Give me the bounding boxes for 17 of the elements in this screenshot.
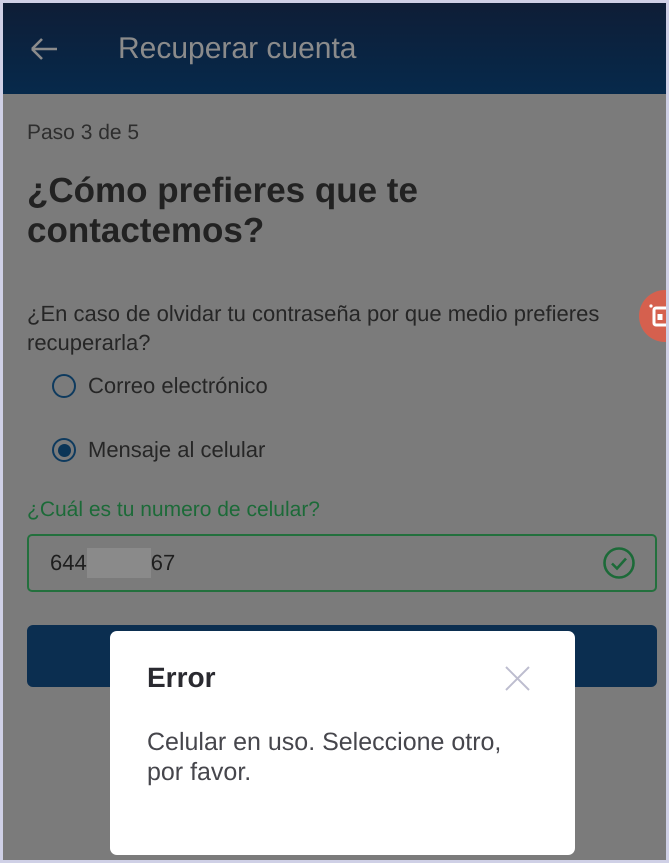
radio-button[interactable]	[52, 438, 76, 462]
radio-button[interactable]	[52, 374, 76, 398]
close-icon[interactable]	[505, 666, 530, 690]
floating-widget-icon[interactable]	[639, 290, 666, 342]
dialog-message: Celular en uso. Seleccione otro, por favor.	[147, 727, 502, 787]
question-text: ¿En caso de olvidar tu contraseña por que medio prefieres recuperarla?	[27, 300, 600, 357]
step-indicator: Paso 3 de 5	[27, 120, 140, 146]
screen-title: Recuperar cuenta	[118, 30, 356, 66]
back-arrow-icon[interactable]	[30, 36, 58, 60]
phone-number-field[interactable]: 644 67	[27, 534, 657, 592]
page-heading: ¿Cómo prefieres que te contactemos?	[27, 171, 419, 251]
phone-digits: 67	[150, 549, 176, 577]
option-label: Mensaje al celular	[88, 436, 266, 464]
option-label: Correo electrónico	[88, 372, 268, 400]
phone-digits: 644	[50, 549, 87, 577]
dialog-title: Error	[147, 661, 216, 695]
field-label: ¿Cuál es tu numero de celular?	[27, 498, 320, 521]
